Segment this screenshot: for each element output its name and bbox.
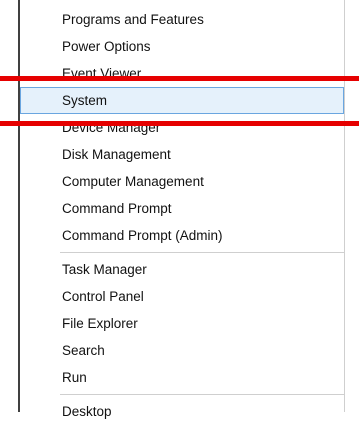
menu-item-label: Command Prompt (Admin) bbox=[62, 228, 223, 243]
menu-item-control-panel[interactable]: Control Panel bbox=[20, 283, 344, 310]
highlight-line-bottom bbox=[0, 121, 359, 126]
menu-separator bbox=[60, 394, 344, 395]
context-menu: Programs and Features Power Options Even… bbox=[20, 6, 344, 425]
menu-item-label: Task Manager bbox=[62, 262, 147, 277]
menu-item-power-options[interactable]: Power Options bbox=[20, 33, 344, 60]
menu-item-label: File Explorer bbox=[62, 316, 138, 331]
highlight-line-top bbox=[0, 76, 359, 81]
menu-separator bbox=[60, 252, 344, 253]
menu-item-search[interactable]: Search bbox=[20, 337, 344, 364]
menu-item-command-prompt-admin[interactable]: Command Prompt (Admin) bbox=[20, 222, 344, 249]
menu-item-task-manager[interactable]: Task Manager bbox=[20, 256, 344, 283]
menu-item-label: Control Panel bbox=[62, 289, 144, 304]
menu-item-label: Disk Management bbox=[62, 147, 171, 162]
menu-item-label: Programs and Features bbox=[62, 12, 204, 27]
menu-item-system[interactable]: System bbox=[20, 87, 344, 114]
menu-item-label: Command Prompt bbox=[62, 201, 172, 216]
menu-item-label: Search bbox=[62, 343, 105, 358]
menu-item-event-viewer[interactable]: Event Viewer bbox=[20, 60, 344, 87]
menu-item-command-prompt[interactable]: Command Prompt bbox=[20, 195, 344, 222]
menu-item-programs-and-features[interactable]: Programs and Features bbox=[20, 6, 344, 33]
menu-item-label: Power Options bbox=[62, 39, 151, 54]
menu-item-computer-management[interactable]: Computer Management bbox=[20, 168, 344, 195]
menu-right-border bbox=[344, 0, 345, 412]
menu-item-run[interactable]: Run bbox=[20, 364, 344, 391]
menu-item-device-manager[interactable]: Device Manager bbox=[20, 114, 344, 141]
menu-item-disk-management[interactable]: Disk Management bbox=[20, 141, 344, 168]
menu-item-label: System bbox=[62, 93, 108, 108]
menu-item-label: Run bbox=[62, 370, 87, 385]
menu-item-label: Computer Management bbox=[62, 174, 204, 189]
menu-item-file-explorer[interactable]: File Explorer bbox=[20, 310, 344, 337]
